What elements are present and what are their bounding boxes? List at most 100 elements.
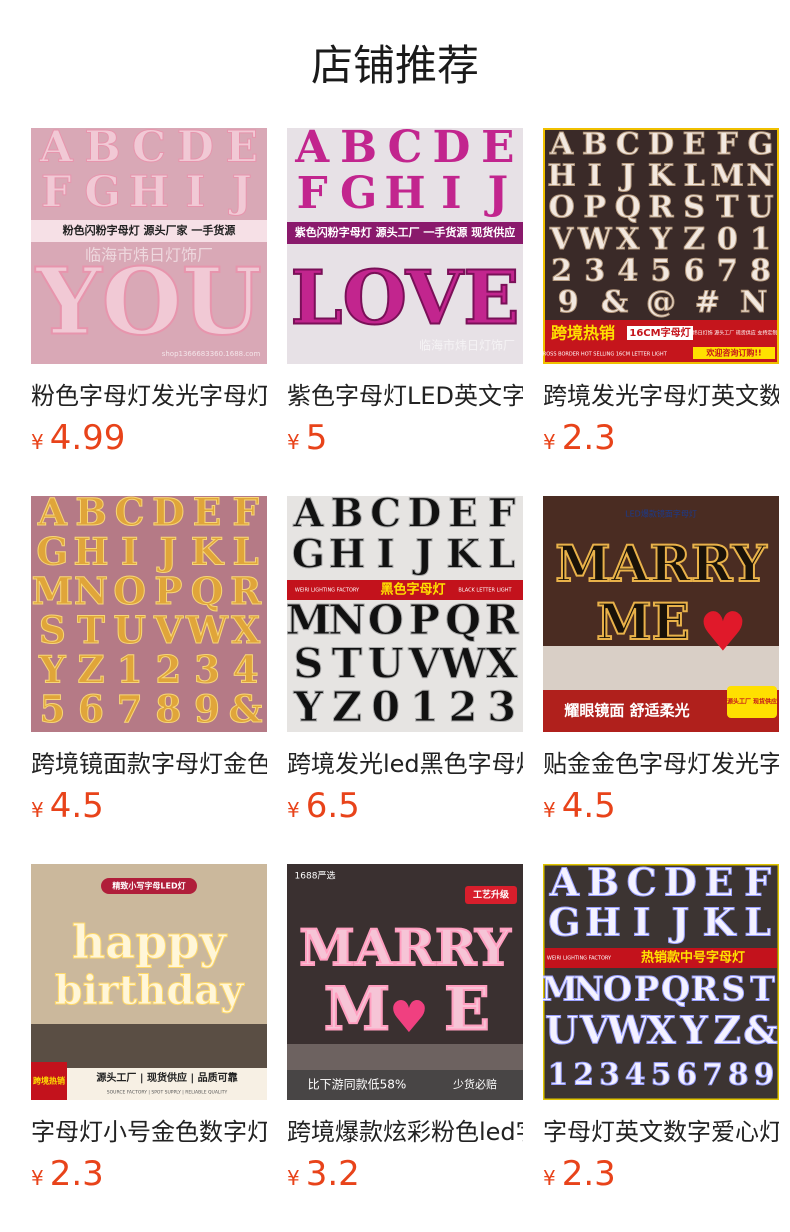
product-card[interactable]: A B C D E F G H I J K L WEIRI LIGHTING FACTORY 热销款中号字… bbox=[543, 864, 779, 1204]
letter-glyph: A bbox=[292, 496, 324, 537]
product-name[interactable]: 字母灯英文数字爱心灯 bbox=[543, 1114, 779, 1150]
currency-symbol: ¥ bbox=[287, 798, 300, 822]
letter-glyph: D bbox=[407, 496, 441, 537]
product-card[interactable]: A B C D E F G H I J 粉色闪粉字母灯 源头厂家 一手货源 临海市炜日灯饰厂 YOU sh… bbox=[31, 128, 267, 468]
heart-icon: ♥ bbox=[699, 601, 747, 664]
product-price: ¥2.3 bbox=[31, 1154, 104, 1198]
letter-glyph: I bbox=[588, 159, 602, 194]
letter-glyph: 4 bbox=[233, 648, 259, 692]
letter-glyph: B bbox=[340, 128, 377, 173]
product-image[interactable]: 精致小写字母LED灯 happy birthday 跨境热销 源头工厂 | 现货供应 |… bbox=[31, 864, 267, 1100]
top-tag: 1688严选 bbox=[295, 870, 336, 882]
product-name[interactable]: 字母灯小号金色数字灯 bbox=[31, 1114, 267, 1150]
letter-glyph: B bbox=[331, 496, 364, 537]
letter-glyph: 1 bbox=[750, 222, 771, 257]
letter-glyph: F bbox=[744, 864, 771, 905]
currency-symbol: ¥ bbox=[287, 430, 300, 454]
letter-glyph: P bbox=[409, 595, 440, 644]
top-tag: 精致小写字母LED灯 bbox=[112, 881, 185, 891]
currency-symbol: ¥ bbox=[543, 1166, 556, 1190]
letter-glyph: S bbox=[39, 608, 66, 652]
banner-text: 热销款中号字母灯 bbox=[641, 950, 745, 966]
product-card[interactable]: 精致小写字母LED灯 happy birthday 跨境热销 源头工厂 | 现货供应 |… bbox=[31, 864, 267, 1204]
letter-glyph: # bbox=[695, 285, 720, 320]
letter-glyph: 6 bbox=[676, 1057, 697, 1092]
price-value: 4.5 bbox=[561, 786, 616, 826]
letter-glyph: 2 bbox=[155, 648, 181, 692]
letter-glyph: B bbox=[85, 128, 121, 173]
product-image[interactable]: A B C D E F G H I J K L M N O P Q R S T U V W X Y Z 1 2 3 4 5 6 7 8 9 & bbox=[31, 496, 267, 732]
letter-glyph: N bbox=[328, 595, 366, 644]
letter-glyph: A bbox=[549, 128, 574, 162]
letter-glyph: T bbox=[332, 639, 363, 688]
letter-glyph: 1 bbox=[548, 1057, 569, 1092]
currency-symbol: ¥ bbox=[31, 430, 44, 454]
product-image[interactable]: LED爆款镜面字母灯 MARRY ME ♥ 耀眼镜面 舒适柔光 源头工厂 现货供应 bbox=[543, 496, 779, 732]
product-name[interactable]: 紫色字母灯LED英文字母灯 bbox=[287, 378, 523, 414]
product-name[interactable]: 跨境发光字母灯英文数字灯 bbox=[543, 378, 779, 414]
letter-glyph: C bbox=[132, 128, 166, 173]
product-name[interactable]: 跨境发光led黑色字母灯 bbox=[287, 746, 523, 782]
letter-glyph: R bbox=[691, 969, 719, 1008]
letter-glyph: G bbox=[84, 168, 121, 218]
letter-glyph: C bbox=[370, 496, 401, 537]
letter-glyph: L bbox=[488, 532, 515, 578]
price-value: 2.3 bbox=[49, 1154, 104, 1194]
product-price: ¥5 bbox=[287, 418, 327, 462]
product-name[interactable]: 跨境爆款炫彩粉色led字母灯 bbox=[287, 1114, 523, 1150]
letter-glyph: D bbox=[152, 496, 184, 534]
letter-glyph: V bbox=[549, 222, 574, 257]
letter-glyph: X bbox=[646, 1008, 676, 1053]
letter-glyph: 2 bbox=[573, 1057, 594, 1092]
product-image[interactable]: A B C D E F G H I J 粉色闪粉字母灯 源头厂家 一手货源 临海市炜日灯饰厂 YOU sh… bbox=[31, 128, 267, 364]
letter-glyph: K bbox=[648, 159, 676, 194]
banner-left-text: WEIRI LIGHTING FACTORY bbox=[295, 588, 360, 594]
banner-text: 紫色闪粉字母灯 源头工厂 一手货源 现货供应 bbox=[295, 225, 516, 239]
product-thumbnail: A B C D E F G H I J K L WEIRI LIGHTING FACTORY 热销款中号字… bbox=[543, 864, 779, 1100]
product-card[interactable]: A B C D E F G H I J K L M N O P Q R S T U V W X Y Z 0 1 2 3 4 5 6 7 8 9 & @ # N… bbox=[543, 128, 779, 468]
product-thumbnail: A B C D E F G H I J 紫色闪粉字母灯 源头工厂 一手货源 现货供应 LOVE临海市炜… bbox=[287, 128, 523, 364]
product-card[interactable]: 1688严选 工艺升级 MARRY M ♥ E 比下游同款低58% 少货必赔 跨境爆款炫彩粉色… bbox=[287, 864, 523, 1204]
product-card[interactable]: A B C D E F G H I J K L M N O P Q R S T U V W X Y Z 1 2 3 4 5 6 7 8 9 & 跨境镜… bbox=[31, 496, 267, 836]
product-thumbnail: 精致小写字母LED灯 happybirthday 跨境热销 源头工厂 | 现货供应 |… bbox=[31, 864, 267, 1100]
letter-glyph: X bbox=[231, 608, 260, 652]
product-name[interactable]: 跨境镜面款字母灯金色 bbox=[31, 746, 267, 782]
product-card[interactable]: A B C D E F G H I J 紫色闪粉字母灯 源头工厂 一手货源 现货供应 LOVE 临海市炜… bbox=[287, 128, 523, 468]
badge-text: 源头工厂 现货供应 bbox=[727, 698, 777, 706]
letter-glyph: Q bbox=[615, 190, 641, 225]
letter-glyph: 0 bbox=[371, 682, 400, 731]
letter-glyph: Y bbox=[293, 682, 324, 731]
product-card[interactable]: A B C D E F G H I J K L WEIRI LIGHTING FACTORY 黑色字母灯 B… bbox=[287, 496, 523, 836]
letter-glyph: N bbox=[74, 569, 108, 613]
letter-glyph: 5 bbox=[651, 254, 672, 289]
corner-text: 工艺升级 bbox=[473, 889, 510, 901]
product-image[interactable]: A B C D E F G H I J 紫色闪粉字母灯 源头工厂 一手货源 现货供应 LOVE 临海市炜… bbox=[287, 128, 523, 364]
letter-glyph: S bbox=[293, 639, 323, 688]
letter-glyph: A bbox=[39, 128, 74, 173]
product-image[interactable]: 1688严选 工艺升级 MARRY M ♥ E 比下游同款低58% 少货必赔 bbox=[287, 864, 523, 1100]
letter-glyph: Q bbox=[445, 595, 481, 644]
letter-glyph: H bbox=[129, 168, 169, 218]
banner-left-text: WEIRI LIGHTING FACTORY bbox=[547, 956, 612, 962]
letter-glyph: T bbox=[750, 969, 775, 1008]
letter-glyph: R bbox=[649, 190, 675, 225]
product-image[interactable]: A B C D E F G H I J K L WEIRI LIGHTING FACTORY 黑色字母灯 B… bbox=[287, 496, 523, 732]
letter-glyph: A bbox=[37, 496, 68, 534]
letter-glyph: P bbox=[583, 190, 606, 225]
letter-glyph: F bbox=[232, 496, 259, 534]
product-image[interactable]: A B C D E F G H I J K L M N O P Q R S T U V W X Y Z 0 1 2 3 4 5 6 7 8 9 & @ # N… bbox=[543, 128, 779, 364]
letter-glyph: E bbox=[193, 496, 221, 534]
product-thumbnail: A B C D E F GH I J K L M NO P Q R S T UV W X Y Z 0 12 3 4 5 6 7 89 & @ # N… bbox=[543, 128, 779, 364]
product-name[interactable]: 粉色字母灯发光字母灯 bbox=[31, 378, 267, 414]
letter-glyph: C bbox=[388, 128, 423, 173]
letter-glyph: 1 bbox=[410, 682, 439, 731]
product-card[interactable]: LED爆款镜面字母灯 MARRY ME ♥ 耀眼镜面 舒适柔光 源头工厂 现货供应 贴金金… bbox=[543, 496, 779, 836]
product-image[interactable]: A B C D E F G H I J K L WEIRI LIGHTING FACTORY 热销款中号字… bbox=[543, 864, 779, 1100]
letter-glyph: H bbox=[329, 532, 366, 578]
letter-glyph: 6 bbox=[78, 687, 104, 731]
letter-glyph: N bbox=[573, 969, 603, 1008]
letter-glyph: X bbox=[486, 639, 518, 688]
letter-glyph: 8 bbox=[750, 254, 771, 289]
product-name[interactable]: 贴金金色字母灯发光字母 bbox=[543, 746, 779, 782]
letter-glyph: U bbox=[113, 608, 146, 652]
